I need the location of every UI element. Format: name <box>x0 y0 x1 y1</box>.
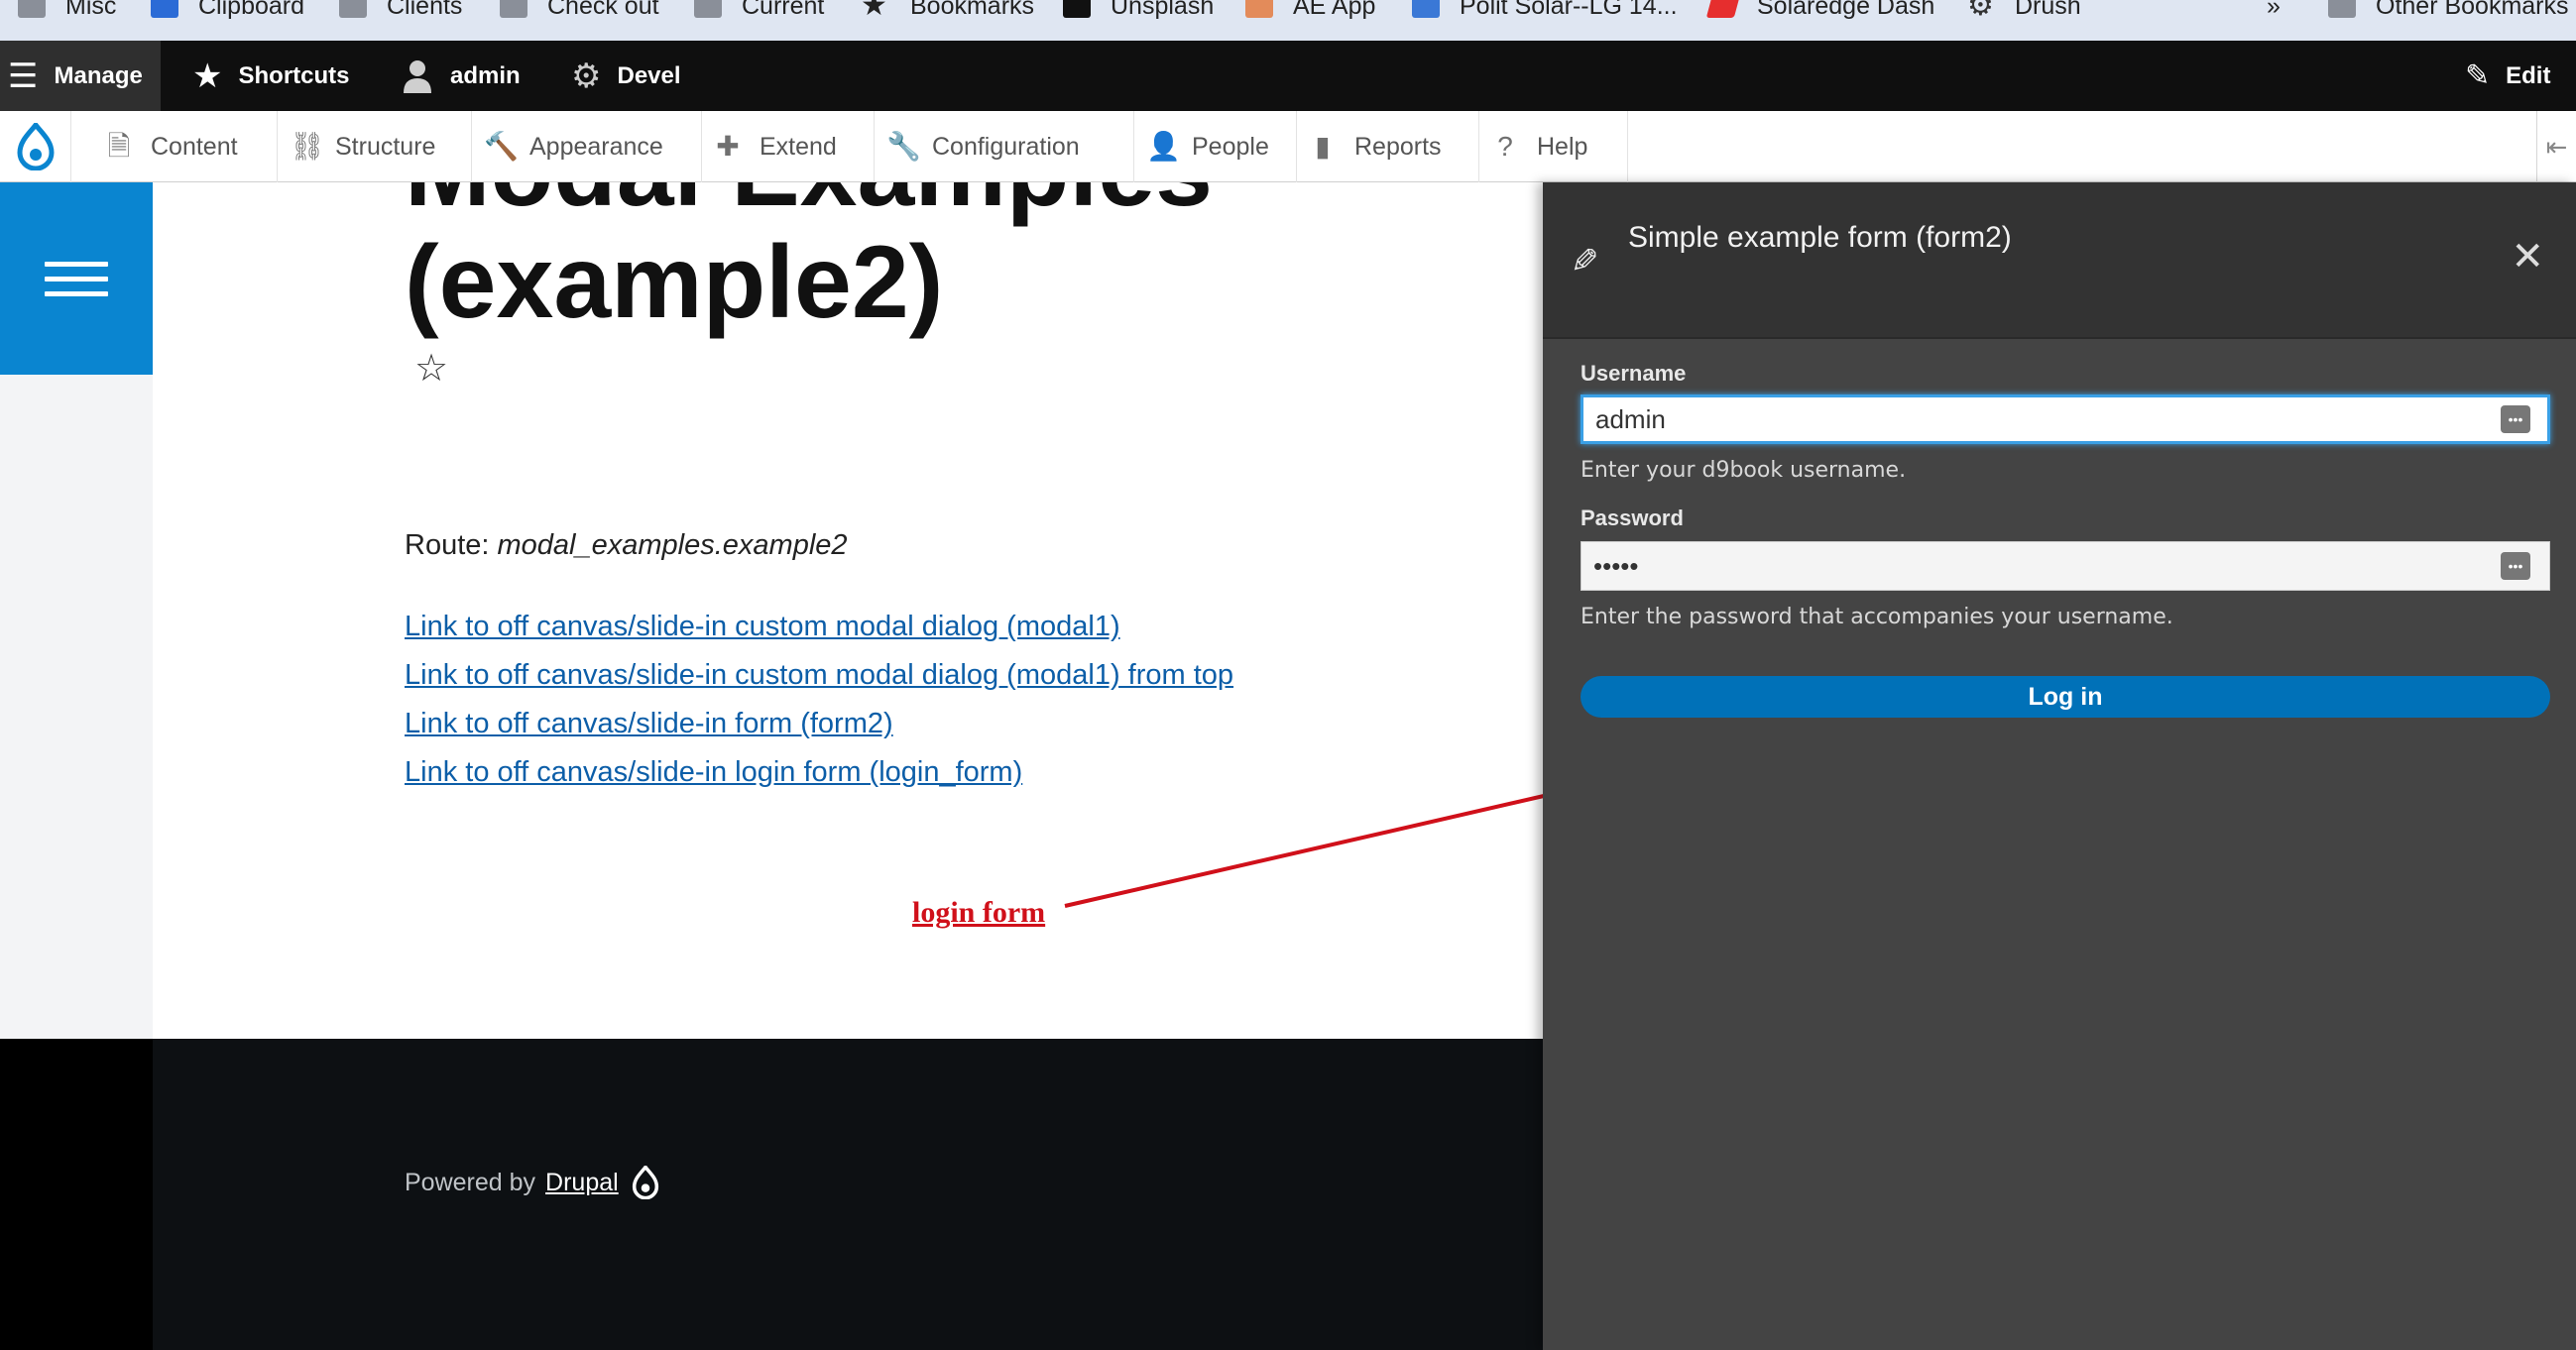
bookmark-ae-app[interactable]: AE App <box>1245 0 1375 26</box>
tray-collapse-handle[interactable]: ⇤ <box>2536 111 2576 182</box>
solar-icon <box>1412 0 1440 18</box>
route-value: modal_examples.example2 <box>497 529 848 561</box>
star-icon: ★ <box>192 56 223 95</box>
gear-icon: ⚙ <box>571 56 602 95</box>
link-modal1[interactable]: Link to off canvas/slide-in custom modal… <box>405 603 1277 651</box>
offcanvas-dialog: ✎ Simple example form (form2) ✕ Username… <box>1543 182 2576 1350</box>
footer-rail <box>0 1039 153 1350</box>
sitemap-icon: ⛓ <box>290 131 325 162</box>
password-manager-icon[interactable]: ••• <box>2501 405 2530 433</box>
bookmark-current[interactable]: Current <box>694 0 824 26</box>
unsplash-icon <box>1063 0 1091 18</box>
bookmark-check-out[interactable]: Check out <box>500 0 659 26</box>
password-label: Password <box>1581 506 1684 530</box>
toolbar-user[interactable]: admin <box>401 41 521 111</box>
username-description: Enter your d9book username. <box>1581 458 1907 483</box>
tray-configuration[interactable]: 🔧 Configuration <box>875 111 1134 182</box>
bookmarks-overflow[interactable]: » <box>2267 0 2281 26</box>
tray-help[interactable]: ? Help <box>1479 111 1628 182</box>
username-label: Username <box>1581 361 1687 386</box>
tray-reports[interactable]: ▮ Reports <box>1297 111 1479 182</box>
paintbrush-icon: 🔨 <box>484 131 519 162</box>
bookmark-solaredge[interactable]: Solaredge Dash <box>1705 0 1934 26</box>
drupal-logo[interactable] <box>0 111 71 182</box>
tray-structure[interactable]: ⛓ Structure <box>278 111 472 182</box>
password-input[interactable] <box>1581 541 2550 591</box>
app-icon <box>1245 0 1273 18</box>
folder-icon <box>500 0 527 18</box>
puzzle-icon: ✚ <box>716 131 740 162</box>
admin-tray: 🗎 Content ⛓ Structure 🔨 Appearance ✚ Extend … <box>0 111 2576 182</box>
user-icon <box>404 59 431 93</box>
page-title-line1: Modal Examples <box>405 182 1213 222</box>
annotation-arrow <box>1064 779 1577 908</box>
drupal-link[interactable]: Drupal <box>545 1169 619 1197</box>
pencil-icon: ✎ <box>2465 58 2491 92</box>
link-form2[interactable]: Link to off canvas/slide-in form (form2) <box>405 700 1277 748</box>
toolbar-shortcuts[interactable]: ★ Shortcuts <box>192 41 350 111</box>
site-footer: Powered by Drupal <box>0 1039 1543 1350</box>
admin-toolbar: ☰ Manage ★ Shortcuts admin ⚙ Devel ✎ Edi… <box>0 41 2576 111</box>
toolbar-devel[interactable]: ⚙ Devel <box>571 41 681 111</box>
favorite-star-icon[interactable]: ☆ <box>414 346 448 391</box>
wrench-icon: 🔧 <box>886 131 921 162</box>
dialog-header: ✎ Simple example form (form2) ✕ <box>1543 182 2576 339</box>
dialog-title: Simple example form (form2) <box>1628 221 2012 254</box>
folder-icon <box>339 0 367 18</box>
tray-people[interactable]: 👤 People <box>1134 111 1297 182</box>
annotation-label: login form <box>912 896 1046 929</box>
solaredge-icon <box>1705 0 1741 18</box>
close-icon[interactable]: ✕ <box>2511 234 2544 280</box>
pencil-icon: ✎ <box>1571 243 1599 281</box>
login-button[interactable]: Log in <box>1581 676 2550 718</box>
password-manager-icon[interactable]: ••• <box>2501 552 2530 580</box>
document-icon <box>151 0 178 18</box>
people-icon: 👤 <box>1146 131 1181 162</box>
tray-appearance[interactable]: 🔨 Appearance <box>472 111 702 182</box>
folder-icon <box>18 0 46 18</box>
bookmark-other[interactable]: Other Bookmarks <box>2328 0 2569 26</box>
drupal-drop-icon <box>632 1166 658 1199</box>
password-description: Enter the password that accompanies your… <box>1581 605 2173 629</box>
bookmark-bookmarks[interactable]: ★ Bookmarks <box>861 0 1034 26</box>
star-icon: ★ <box>861 0 887 22</box>
bookmark-misc[interactable]: Misc <box>18 0 116 26</box>
link-modal1-top[interactable]: Link to off canvas/slide-in custom modal… <box>405 651 1277 700</box>
modal-links: Link to off canvas/slide-in custom modal… <box>405 603 1277 797</box>
tray-extend[interactable]: ✚ Extend <box>702 111 875 182</box>
route-info: Route: modal_examples.example2 <box>405 529 848 561</box>
tray-content[interactable]: 🗎 Content <box>93 111 278 182</box>
menu-icon: ☰ <box>8 56 39 95</box>
folder-icon <box>2328 0 2356 18</box>
bookmark-unsplash[interactable]: Unsplash <box>1063 0 1214 26</box>
page-title-line2: (example2) <box>405 225 944 340</box>
bookmark-polit-solar[interactable]: Polit Solar--LG 14... <box>1412 0 1678 26</box>
bookmarks-bar: Misc Clipboard Clients Check out Current… <box>0 0 2576 41</box>
bookmark-drush[interactable]: ⚙ Drush <box>1967 0 2081 26</box>
bar-chart-icon: ▮ <box>1315 131 1331 162</box>
toolbar-edit[interactable]: ✎ Edit <box>2465 41 2550 111</box>
toolbar-manage[interactable]: ☰ Manage <box>0 41 161 111</box>
drupal-drop-icon <box>16 123 55 170</box>
arrow-left-icon: ⇤ <box>2545 131 2568 162</box>
gear-icon: ⚙ <box>1967 0 1994 22</box>
powered-by: Powered by Drupal <box>405 1166 660 1199</box>
document-icon: 🗎 <box>107 131 131 162</box>
site-menu-button[interactable] <box>0 182 153 375</box>
username-input[interactable] <box>1581 394 2550 444</box>
bookmark-clipboard[interactable]: Clipboard <box>151 0 304 26</box>
hamburger-icon <box>45 252 108 306</box>
folder-icon <box>694 0 722 18</box>
bookmark-clients[interactable]: Clients <box>339 0 462 26</box>
help-icon: ? <box>1497 131 1513 162</box>
